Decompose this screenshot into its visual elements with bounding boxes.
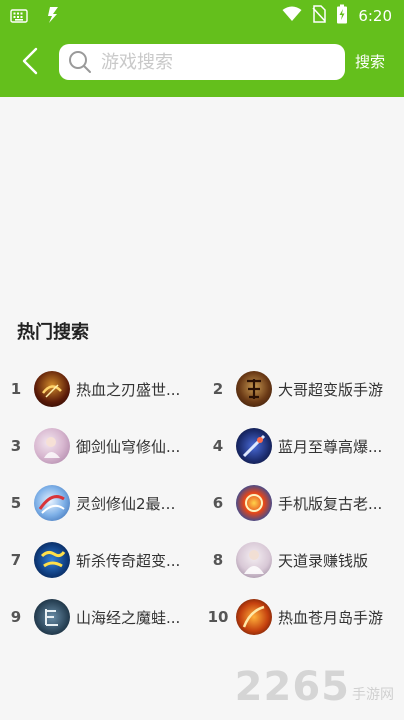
header: 搜索 xyxy=(0,28,404,97)
search-input[interactable] xyxy=(101,51,321,73)
search-button[interactable]: 搜索 xyxy=(355,51,385,72)
chevron-left-icon xyxy=(22,47,38,75)
battery-icon xyxy=(336,4,348,28)
hot-search-item[interactable]: 8 天道录赚钱版 xyxy=(202,540,392,580)
rank-number: 9 xyxy=(10,608,22,626)
search-icon xyxy=(69,51,91,73)
game-name: 热血之刃盛世... xyxy=(76,380,181,399)
watermark-main: 2265 xyxy=(234,664,350,710)
hot-search-item[interactable]: 6 手机版复古老... xyxy=(202,483,392,523)
hot-search-item[interactable]: 10 热血苍月岛手游 xyxy=(202,597,392,637)
hot-search-item[interactable]: 4 蓝月至尊高爆... xyxy=(202,426,392,466)
game-avatar-icon xyxy=(34,371,70,407)
status-bar: 6:20 xyxy=(0,0,404,28)
hot-search-item[interactable]: 1 热血之刃盛世... xyxy=(0,369,190,409)
rank-number: 7 xyxy=(10,551,22,569)
game-avatar-icon xyxy=(236,428,272,464)
watermark-logo: 2265 手游网 xyxy=(235,664,394,710)
game-name: 蓝月至尊高爆... xyxy=(278,437,383,456)
rank-number: 10 xyxy=(207,608,229,626)
rank-number: 4 xyxy=(212,437,224,455)
rank-number: 8 xyxy=(212,551,224,569)
game-name: 斩杀传奇超变... xyxy=(76,551,181,570)
game-avatar-icon xyxy=(34,485,70,521)
rank-number: 6 xyxy=(212,494,224,512)
hot-search-item[interactable]: 9 山海经之魔蛙... xyxy=(0,597,190,637)
game-avatar-icon xyxy=(34,599,70,635)
game-name: 山海经之魔蛙... xyxy=(76,608,181,627)
game-name: 天道录赚钱版 xyxy=(278,551,369,570)
game-name: 手机版复古老... xyxy=(278,494,383,513)
game-name: 热血苍月岛手游 xyxy=(278,608,384,627)
rank-number: 1 xyxy=(10,380,22,398)
hot-search-item[interactable]: 2 大哥超变版手游 xyxy=(202,369,392,409)
game-avatar-icon xyxy=(34,428,70,464)
search-box[interactable] xyxy=(59,44,345,80)
watermark-sub: 手游网 xyxy=(352,687,394,703)
game-name: 灵剑修仙2最新... xyxy=(76,494,188,513)
game-avatar-icon xyxy=(236,542,272,578)
game-avatar-icon xyxy=(34,542,70,578)
game-avatar-icon xyxy=(236,371,272,407)
rank-number: 2 xyxy=(212,380,224,398)
rank-number: 3 xyxy=(10,437,22,455)
rank-number: 5 xyxy=(10,494,22,512)
hot-search-title: 热门搜索 xyxy=(17,322,89,343)
no-sim-icon xyxy=(312,5,327,27)
back-button[interactable] xyxy=(14,44,48,78)
game-name: 御剑仙穹修仙... xyxy=(76,437,181,456)
hot-search-item[interactable]: 5 灵剑修仙2最新... xyxy=(0,483,190,523)
game-name: 大哥超变版手游 xyxy=(278,380,384,399)
game-avatar-icon xyxy=(236,485,272,521)
game-avatar-icon xyxy=(236,599,272,635)
hot-search-item[interactable]: 3 御剑仙穹修仙... xyxy=(0,426,190,466)
keyboard-icon xyxy=(10,8,28,27)
lightning-icon xyxy=(46,6,60,28)
hot-search-item[interactable]: 7 斩杀传奇超变... xyxy=(0,540,190,580)
top-bar: 6:20 搜索 xyxy=(0,0,404,97)
wifi-icon xyxy=(282,6,302,26)
status-time: 6:20 xyxy=(358,7,392,25)
